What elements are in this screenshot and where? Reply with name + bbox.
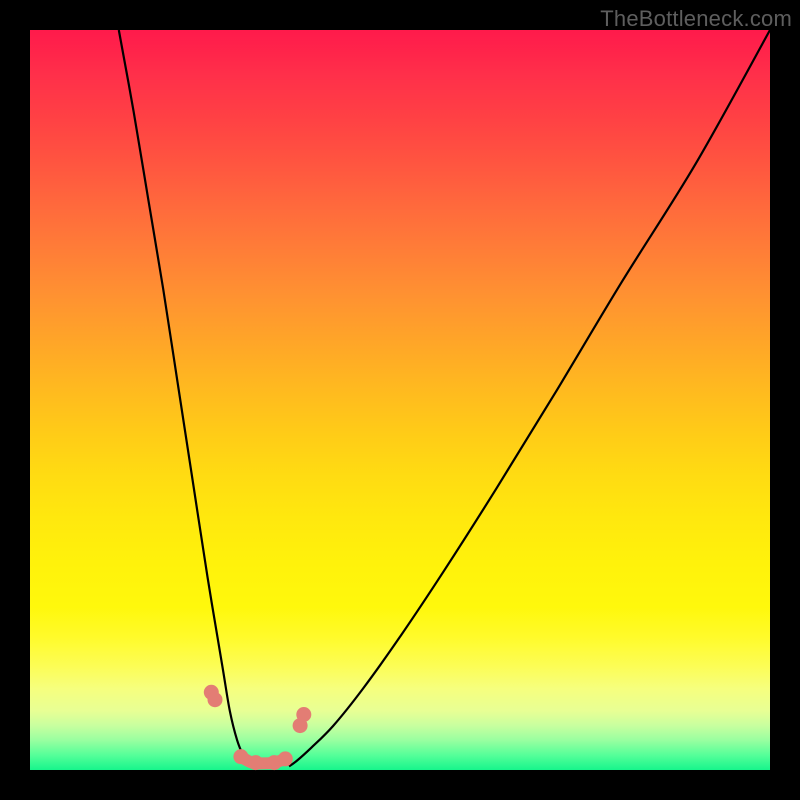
marker-dot — [278, 751, 293, 766]
marker-dot — [248, 755, 263, 770]
curve-left — [119, 30, 249, 766]
chart-frame: TheBottleneck.com — [0, 0, 800, 800]
chart-svg — [30, 30, 770, 770]
marker-group — [204, 685, 311, 770]
marker-dot — [208, 692, 223, 707]
plot-area — [30, 30, 770, 770]
marker-dot — [233, 749, 248, 764]
marker-dot — [296, 707, 311, 722]
curve-right — [289, 30, 770, 766]
watermark-text: TheBottleneck.com — [600, 6, 792, 32]
